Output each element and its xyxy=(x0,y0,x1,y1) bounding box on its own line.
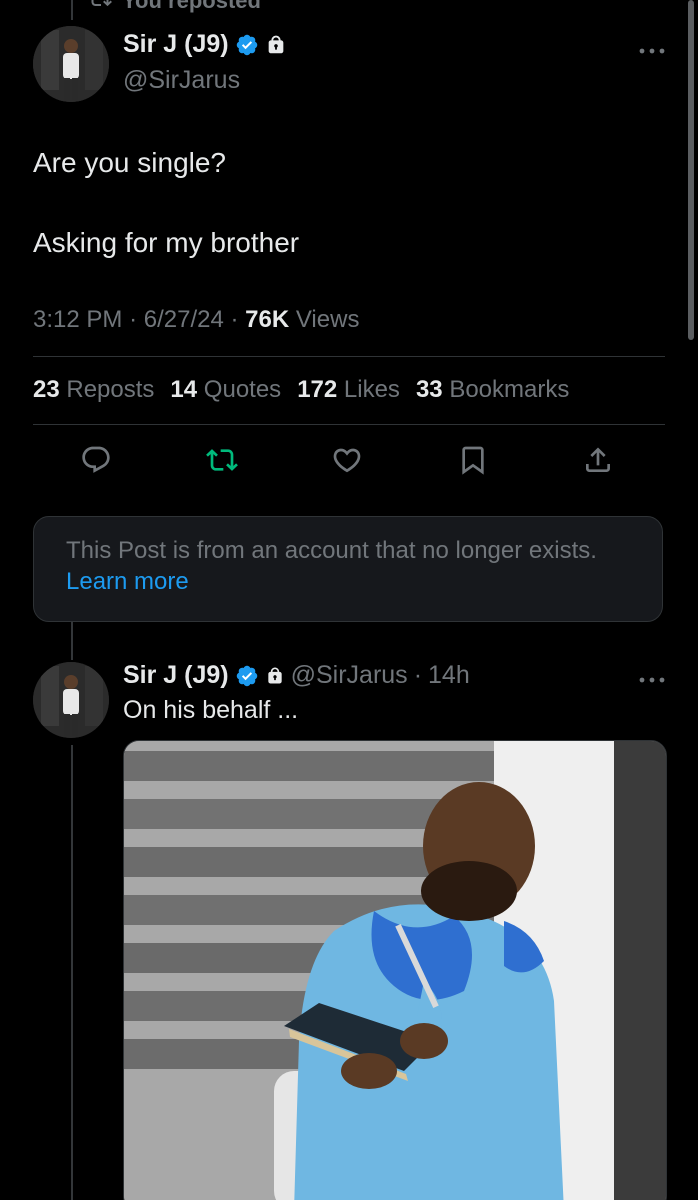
reply-display-name[interactable]: Sir J (J9) xyxy=(123,661,229,690)
heart-icon xyxy=(333,448,361,473)
thread-line xyxy=(71,745,73,1200)
reposted-label: You reposted xyxy=(122,0,261,13)
reply-icon xyxy=(82,446,110,473)
reply-avatar[interactable] xyxy=(33,662,109,738)
more-options-icon[interactable] xyxy=(638,42,666,54)
avatar[interactable] xyxy=(33,26,109,102)
divider xyxy=(33,356,665,357)
author-handle[interactable]: @SirJarus xyxy=(123,66,240,95)
share-button[interactable] xyxy=(578,440,618,480)
bookmark-icon xyxy=(462,446,484,475)
reply-text: On his behalf ... xyxy=(123,696,299,724)
bookmark-button[interactable] xyxy=(453,440,493,480)
bookmarks-stat[interactable]: 33 Bookmarks xyxy=(416,376,569,404)
post-detail-page: You reposted Sir J (J9) @SirJarus Are yo… xyxy=(0,0,698,1200)
reposted-indicator: You reposted xyxy=(88,0,261,16)
notice-text: This Post is from an account that no lon… xyxy=(66,537,597,564)
divider xyxy=(33,424,665,425)
views-label: Views xyxy=(295,306,360,333)
more-options-icon[interactable] xyxy=(638,671,666,683)
separator: · xyxy=(413,661,423,689)
thread-line xyxy=(71,0,73,20)
repost-button[interactable] xyxy=(202,440,242,480)
lock-icon xyxy=(265,34,287,56)
reply-handle[interactable]: @SirJarus xyxy=(291,661,408,690)
post-media-image[interactable] xyxy=(123,740,667,1200)
post-text-line1: Are you single? xyxy=(33,147,227,178)
post-date[interactable]: 6/27/24 xyxy=(144,306,224,333)
post-time[interactable]: 3:12 PM xyxy=(33,306,122,333)
views-count: 76K xyxy=(245,306,290,333)
like-button[interactable] xyxy=(327,440,367,480)
reply-timestamp[interactable]: 14h xyxy=(428,661,470,690)
share-icon xyxy=(586,447,610,472)
reply-author-row: Sir J (J9) @SirJarus · 14h xyxy=(123,661,470,690)
thread-line xyxy=(71,622,73,660)
display-name[interactable]: Sir J (J9) xyxy=(123,30,229,59)
learn-more-link[interactable]: Learn more xyxy=(66,568,189,595)
engagement-stats: 23 Reposts 14 Quotes 172 Likes 33 Bookma… xyxy=(33,376,569,404)
lock-icon xyxy=(265,666,285,686)
reposts-stat[interactable]: 23 Reposts xyxy=(33,376,154,404)
verified-badge-icon[interactable] xyxy=(235,664,259,688)
quotes-stat[interactable]: 14 Quotes xyxy=(170,376,281,404)
author-name-row: Sir J (J9) xyxy=(123,30,287,59)
repost-icon xyxy=(88,0,112,16)
reply-button[interactable] xyxy=(76,440,116,480)
action-bar xyxy=(0,440,698,484)
unavailable-post-notice: This Post is from an account that no lon… xyxy=(33,516,663,622)
scrollbar[interactable] xyxy=(688,0,694,340)
post-text-line2: Asking for my brother xyxy=(33,227,300,258)
verified-badge-icon[interactable] xyxy=(235,33,259,57)
likes-stat[interactable]: 172 Likes xyxy=(297,376,400,404)
repost-icon xyxy=(206,449,238,471)
post-meta: 3:12 PM · 6/27/24 · 76K Views xyxy=(33,306,360,333)
